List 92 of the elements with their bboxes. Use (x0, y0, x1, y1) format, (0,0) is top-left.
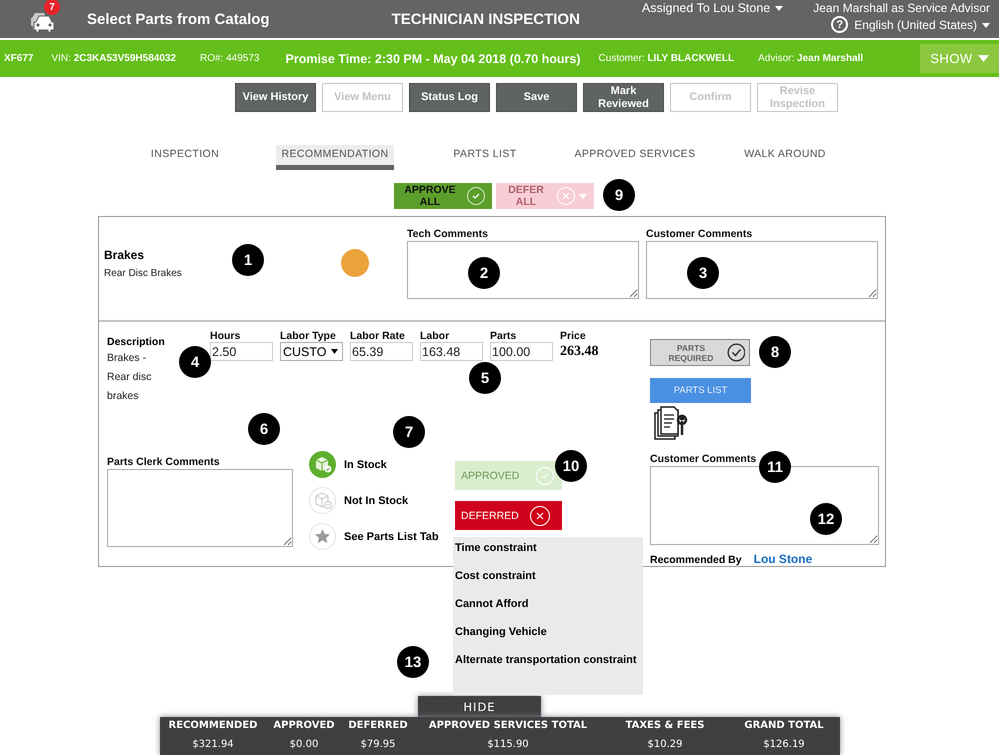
tab[interactable]: APPROVED SERVICES (568, 145, 702, 170)
total-label: APPROVED SERVICES TOTAL (428, 720, 588, 731)
total-label: GRAND TOTAL (744, 720, 824, 731)
approve-all-button[interactable]: APPROVE ALL (394, 183, 492, 209)
callout-marker: 7 (393, 416, 425, 448)
box-check-icon (309, 451, 336, 478)
tab[interactable]: PARTS LIST (447, 145, 523, 170)
callout-marker: 1 (232, 244, 264, 276)
field-label: Price (560, 330, 587, 342)
legend-label: Not In Stock (344, 494, 408, 506)
vin-text: VIN: 2C3KA53V59H584032 (51, 53, 176, 64)
total-value: $126.19 (763, 739, 805, 750)
caret-icon (331, 349, 338, 354)
advisor-name: Advisor: Jean Marshall (758, 53, 864, 64)
total-value: $10.29 (648, 739, 682, 750)
toolbar-button[interactable]: Mark Reviewed (583, 83, 664, 112)
caret-icon (775, 6, 784, 12)
cross-caret-icon (556, 186, 588, 206)
user-name: Jean Marshall as Service Advisor (813, 1, 990, 15)
notification-badge: 7 (44, 0, 60, 15)
total-label: DEFERRED (348, 720, 408, 731)
page-title: TECHNICIAN INSPECTION (392, 10, 580, 28)
hide-button[interactable]: HIDE (418, 696, 541, 717)
field-label: Labor Rate (350, 330, 406, 342)
callout-marker: 4 (179, 346, 211, 378)
check-circle-icon (466, 186, 486, 206)
field-label: Parts Clerk Comments (107, 456, 221, 468)
input-field[interactable]: 65.39 (350, 342, 413, 361)
language-dropdown[interactable]: English (United States) (854, 18, 990, 32)
callout-marker: 13 (397, 646, 429, 678)
total-label: APPROVED (273, 720, 335, 731)
total-label: TAXES & FEES (626, 720, 704, 731)
input-field[interactable]: 2.50 (210, 342, 273, 361)
tab[interactable]: INSPECTION (144, 145, 226, 170)
field-label: Labor Type (280, 330, 337, 342)
menu-item[interactable]: Changing Vehicle (455, 625, 641, 653)
comment-field[interactable] (646, 241, 878, 299)
caret-icon (982, 22, 990, 28)
legend-label: See Parts List Tab (344, 530, 439, 542)
menu-item[interactable]: Alternate transportation constraint (455, 653, 641, 681)
input-field[interactable]: 163.48 (420, 342, 483, 361)
recommender-link[interactable]: Lou Stone (754, 552, 812, 566)
callout-marker: 6 (248, 413, 280, 445)
total-label: RECOMMENDED (168, 720, 258, 731)
field-label: Hours (210, 330, 242, 342)
field-label: Description (107, 336, 166, 348)
toolbar-button[interactable]: View History (235, 83, 316, 112)
parts-required-button[interactable]: PARTS REQUIRED (650, 339, 750, 366)
caret-icon (978, 55, 989, 62)
callout-marker: 9 (603, 179, 635, 211)
description-text: Brakes - Rear disc brakes (107, 351, 152, 404)
tab[interactable]: WALK AROUND (738, 145, 832, 170)
tab[interactable]: RECOMMENDATION (276, 145, 394, 170)
catalog-link[interactable]: Select Parts from Catalog (87, 10, 270, 28)
deferred-button[interactable]: DEFERRED (455, 501, 562, 530)
callout-marker: 5 (469, 362, 501, 394)
car-icon[interactable] (30, 10, 56, 32)
price-value: 263.48 (560, 344, 600, 360)
toolbar-button[interactable]: Save (496, 83, 577, 112)
check-circle-icon (535, 466, 556, 486)
callout-marker: 8 (759, 336, 791, 368)
input-field[interactable]: 100.00 (490, 342, 553, 361)
field-label: Recommended By (650, 554, 742, 566)
toolbar-button[interactable]: Status Log (409, 83, 490, 112)
callout-marker: 10 (555, 450, 587, 482)
documents-wrench-icon[interactable] (654, 406, 688, 442)
menu-item[interactable]: Cannot Afford (455, 597, 641, 625)
assigned-dropdown[interactable]: Assigned To Lou Stone (642, 1, 784, 15)
legend-label: In Stock (344, 458, 387, 470)
box-minus-icon (309, 487, 336, 514)
total-value: $0.00 (290, 739, 318, 750)
menu-item[interactable]: Time constraint (455, 541, 641, 569)
comment-field[interactable] (407, 241, 639, 299)
field-label: Tech Comments (407, 228, 489, 240)
field-label: Customer Comments (646, 228, 754, 240)
field-label: Customer Comments (650, 453, 758, 465)
ro-number: RO#: 449573 (200, 53, 260, 64)
total-value: $321.94 (192, 739, 234, 750)
comment-field[interactable] (107, 469, 293, 547)
promise-time: Promise Time: 2:30 PM - May 04 2018 (0.70 hours) (286, 52, 581, 66)
total-value: $115.90 (487, 739, 529, 750)
field-label: Labor (420, 330, 450, 342)
field-label: Parts (490, 330, 518, 342)
menu-item[interactable]: Cost constraint (455, 569, 641, 597)
callout-marker: 11 (759, 451, 791, 483)
customer-name: Customer: LILY BLACKWELL (598, 53, 734, 64)
total-value: $79.95 (360, 739, 396, 750)
help-icon[interactable]: ? (831, 16, 848, 33)
item-subtitle: Rear Disc Brakes (104, 268, 183, 279)
vehicle-tag: XF677 (4, 53, 34, 64)
labor-type-select[interactable]: CUSTO (280, 342, 343, 361)
item-title: Brakes (104, 248, 144, 262)
